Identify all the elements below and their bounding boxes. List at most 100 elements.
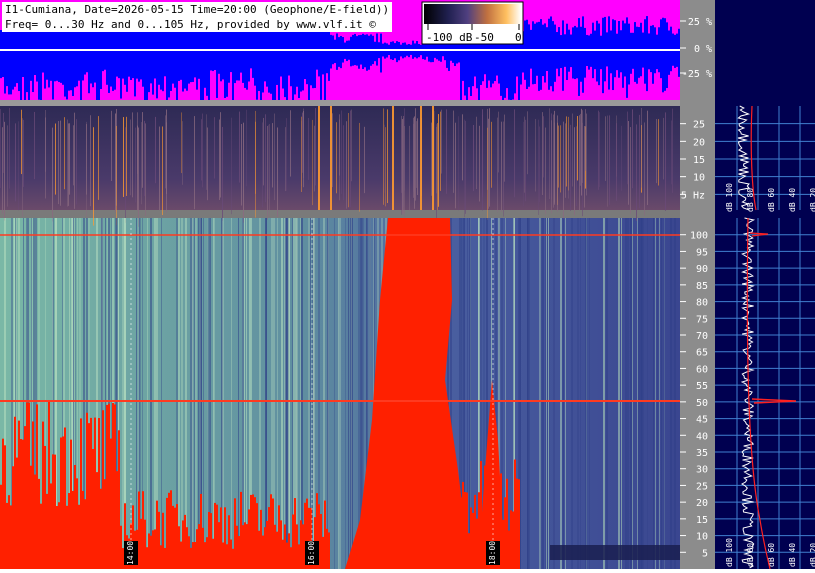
low-spectrogram-streak [277,127,278,218]
colorbar-tick-mid: -50 [474,31,494,44]
low-spectrogram-streak [202,113,203,188]
low-spectrogram-streak [553,114,554,208]
low-spectrogram-streak [214,117,215,179]
waveform-bar [532,21,534,85]
spectrogram-saturation [190,547,192,569]
low-spectrogram-streak [351,109,352,182]
waveform-bar [340,35,342,69]
title-line-1: I1-Cumiana, Date=2026-05-15 Time=20:00 (… [5,3,390,16]
spectrogram-saturation [20,439,22,569]
low-spectrogram-streak [64,117,65,190]
low-spectrogram-streak [111,110,112,182]
spectrogram-saturation [164,547,166,569]
spectrogram-streak [297,218,298,569]
waveform-bar [534,23,536,84]
low-spectrogram-streak [482,109,483,198]
spectrogram-saturation [210,513,212,569]
spectrogram-streak [571,218,573,569]
waveform-bar [368,35,370,70]
spectrogram-streak [670,218,672,569]
waveform-bar [192,25,194,82]
spectrogram-saturation [30,465,32,569]
waveform-bar [330,34,332,69]
low-spectrogram-streak [359,122,360,212]
spectrogram-saturation [32,421,34,569]
waveform-bar [552,21,554,92]
low-spectrogram-streak [636,124,637,221]
low-spectrogram-streak [348,113,349,208]
waveform-bar [562,20,564,91]
spectrogram-saturation [262,535,264,569]
spectrogram-streak [563,218,564,569]
waveform-bar [396,41,398,63]
low-spectrogram-streak [73,125,74,186]
freq-tick-label: 80 [696,298,708,309]
spectrogram-saturation [138,491,140,569]
low-spectrogram-streak [383,108,384,205]
low-spectrogram-burst [420,106,422,210]
waveform-bar [538,21,540,91]
low-spectrogram-streak [503,122,504,217]
low-spectrogram-streak [332,113,333,188]
spectrogram-saturation [174,507,176,569]
spectrogram-saturation [86,412,88,569]
low-spectrogram-streak [302,112,303,173]
spectrogram-streak [674,218,676,569]
low-spectrogram-streak [141,122,142,205]
low-spectrogram-streak [241,123,242,206]
spectrogram-saturation [118,430,120,569]
colorbar-tick-min: -100 dB [426,31,473,44]
waveform-tick-label: -25 % [682,69,712,80]
spectrogram-saturation [162,512,164,569]
low-spectrogram-streak [303,108,304,178]
spectrogram-streak [637,218,638,569]
waveform-bar [560,35,562,69]
spectrogram-saturation [260,509,262,569]
low-spectrogram-streak [21,109,22,175]
spectrogram-saturation [104,479,106,569]
low-spectrogram-streak [267,125,268,220]
waveform-bar [338,37,340,67]
low-spectrogram-streak [436,126,437,194]
spectrogram-saturation [96,472,98,569]
spectrogram-saturation [216,504,218,569]
spectrogram-saturation [26,402,28,569]
profile-axis-label: dB 40 [788,188,797,212]
waveform-tick-label: 0 % [694,44,712,55]
waveform-bar [528,24,530,87]
low-spectrogram-streak [385,127,386,207]
spectrogram-saturation [178,526,180,569]
low-spectrogram-streak [464,119,465,218]
spectrogram-saturation [146,547,148,569]
spectrogram-saturation [64,427,66,569]
low-spectrogram-streak [166,109,167,194]
waveform-bar [220,25,222,82]
low-spectrogram-streak [581,108,582,196]
spectrogram-saturation [518,479,520,569]
spectrogram-saturation [14,416,16,569]
spectrogram-saturation [258,530,260,569]
low-spectrogram-streak [263,117,264,186]
low-spectrogram-streak [125,127,126,223]
freq-tick-label: 45 [696,415,708,426]
waveform-bar [670,26,672,72]
spectrogram-saturation [254,497,256,569]
waveform-bar [82,27,84,81]
spectrogram-saturation [230,539,232,569]
spectrogram-saturation [90,417,92,569]
low-spectrogram-streak [308,117,309,180]
low-spectrogram-streak [341,110,342,194]
spectrogram-streak [181,218,183,569]
low-spectrogram-streak [535,119,536,192]
low-spectrogram-streak [658,119,659,186]
low-spectrogram-streak [7,125,8,207]
spectrogram-streak [659,218,660,569]
waveform-bar [198,28,200,79]
spectrogram-saturation [322,536,324,569]
profile-axis-label: dB 20 [809,188,815,212]
spectrogram-saturation [224,507,226,569]
spectrogram-saturation [18,420,20,569]
spectrogram-saturation [28,402,30,569]
low-spectrogram-streak [498,111,499,173]
low-spectrogram-streak [182,121,183,185]
